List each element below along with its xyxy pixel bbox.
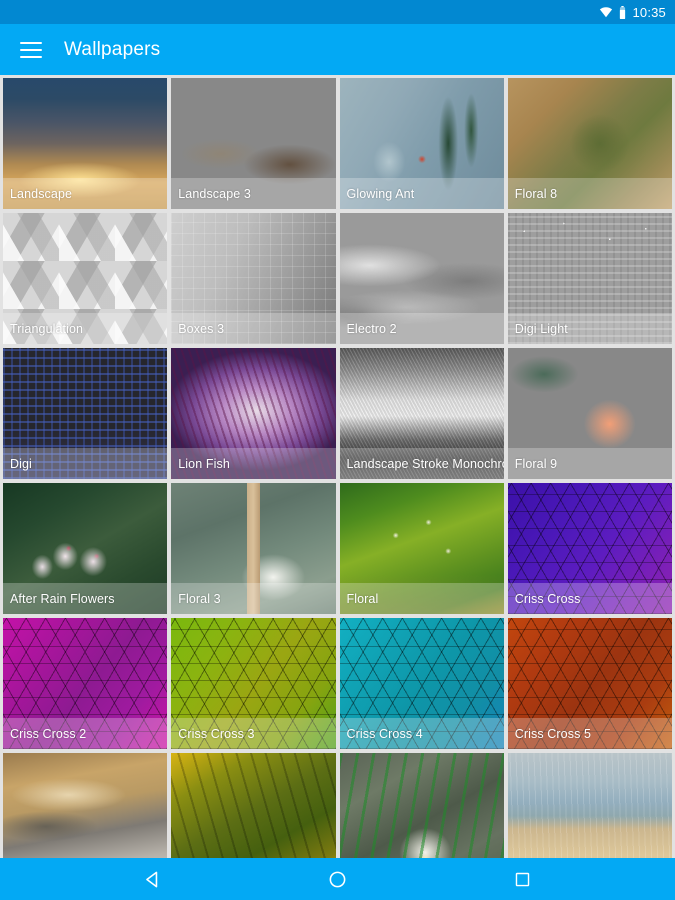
wallpaper-tile[interactable]: Criss Cross 3 [171,618,336,749]
wallpaper-tile[interactable]: Criss Cross 5 [507,618,672,749]
system-navigation-bar [0,858,675,900]
wallpaper-grid-scroll-area[interactable]: Landscape Landscape 3 Glowing Ant Floral 8 T… [0,75,675,858]
wallpaper-label-strip: Boxes 3 [171,313,336,344]
wallpaper-label: Floral 3 [178,591,221,606]
wallpaper-tile[interactable]: Criss Cross 4 [339,618,504,749]
wallpaper-tile[interactable]: Landscape [3,78,168,209]
wallpaper-label-strip: Criss Cross 3 [171,718,336,749]
wallpaper-label-strip: Floral 3 [171,583,336,614]
wallpaper-label: After Rain Flowers [10,591,115,606]
wallpaper-label: Digi Light [514,321,568,336]
wifi-icon [600,7,613,18]
recents-button[interactable] [506,862,540,896]
wallpaper-tile[interactable] [3,753,168,858]
wallpaper-label: Triangulation [10,321,84,336]
wallpaper-label: Floral 9 [514,456,558,471]
wallpaper-label-strip: Floral [339,583,504,614]
wallpaper-label: Landscape Stroke Monochrome [346,456,504,471]
wallpaper-tile[interactable]: Digi [3,348,168,479]
wallpaper-label: Lion Fish [178,456,230,471]
wallpaper-label-strip: Glowing Ant [339,178,504,209]
wallpaper-label: Criss Cross [514,591,581,606]
wallpaper-tile[interactable] [171,753,336,858]
back-button[interactable] [136,862,170,896]
wallpaper-label-strip: Electro 2 [339,313,504,344]
wallpaper-tile[interactable] [507,753,672,858]
home-button[interactable] [321,862,355,896]
wallpaper-label: Criss Cross 2 [10,726,87,741]
wallpaper-label: Criss Cross 3 [178,726,255,741]
wallpaper-tile[interactable]: Floral 8 [507,78,672,209]
status-icon-group: 10:35 [599,5,666,19]
wallpaper-tile[interactable]: Floral [339,483,504,614]
wallpaper-label: Digi [10,456,32,471]
wallpaper-tile[interactable]: Landscape Stroke Monochrome [339,348,504,479]
wallpaper-label-strip: Floral 9 [507,448,672,479]
wallpaper-tile[interactable]: Landscape 3 [171,78,336,209]
wallpaper-label-strip: Lion Fish [171,448,336,479]
wallpaper-thumbnail [3,753,168,858]
wallpaper-label: Floral [346,591,379,606]
wallpaper-tile[interactable] [339,753,504,858]
triangle-left-icon [146,871,158,887]
wallpaper-label: Boxes 3 [178,321,225,336]
wallpaper-tile[interactable]: After Rain Flowers [3,483,168,614]
wallpaper-label: Criss Cross 4 [346,726,423,741]
wallpaper-tile[interactable]: Boxes 3 [171,213,336,344]
wallpaper-label-strip: Criss Cross 2 [3,718,168,749]
wallpaper-label-strip: After Rain Flowers [3,583,168,614]
wallpapers-app-screen: 10:35 Wallpapers Landscape Landscape 3 Glo… [0,0,675,900]
page-title: Wallpapers [64,38,161,60]
wallpaper-label-strip: Digi [3,448,168,479]
battery-icon [620,5,626,19]
wallpaper-label-strip: Criss Cross 4 [339,718,504,749]
square-icon [515,872,530,886]
status-bar-clock: 10:35 [632,4,666,20]
wallpaper-label-strip: Criss Cross [507,583,672,614]
wallpaper-label: Criss Cross 5 [514,726,592,741]
wallpaper-thumbnail [507,753,672,858]
wallpaper-tile[interactable]: Glowing Ant [339,78,504,209]
status-bar: 10:35 [0,0,675,24]
wallpaper-label-strip: Triangulation [3,313,168,344]
wallpaper-label-strip: Landscape Stroke Monochrome [339,448,504,479]
hamburger-menu-icon[interactable] [20,41,42,58]
wallpaper-tile[interactable]: Criss Cross 2 [3,618,168,749]
circle-icon [329,871,346,887]
wallpaper-grid: Landscape Landscape 3 Glowing Ant Floral 8 T… [0,75,675,858]
app-bar: Wallpapers [0,24,675,75]
wallpaper-tile[interactable]: Lion Fish [171,348,336,479]
wallpaper-label-strip: Criss Cross 5 [507,718,672,749]
wallpaper-thumbnail [339,753,504,858]
wallpaper-label: Electro 2 [346,321,397,336]
wallpaper-label: Floral 8 [514,186,558,201]
wallpaper-thumbnail [171,753,336,858]
wallpaper-label-strip: Landscape 3 [171,178,336,209]
wallpaper-label-strip: Floral 8 [507,178,672,209]
wallpaper-label: Landscape [10,186,73,201]
wallpaper-label: Glowing Ant [346,186,415,201]
wallpaper-tile[interactable]: Floral 9 [507,348,672,479]
wallpaper-tile[interactable]: Electro 2 [339,213,504,344]
wallpaper-label: Landscape 3 [178,186,251,201]
wallpaper-tile[interactable]: Floral 3 [171,483,336,614]
wallpaper-tile[interactable]: Triangulation [3,213,168,344]
wallpaper-label-strip: Digi Light [507,313,672,344]
wallpaper-label-strip: Landscape [3,178,168,209]
wallpaper-tile[interactable]: Digi Light [507,213,672,344]
wallpaper-tile[interactable]: Criss Cross [507,483,672,614]
